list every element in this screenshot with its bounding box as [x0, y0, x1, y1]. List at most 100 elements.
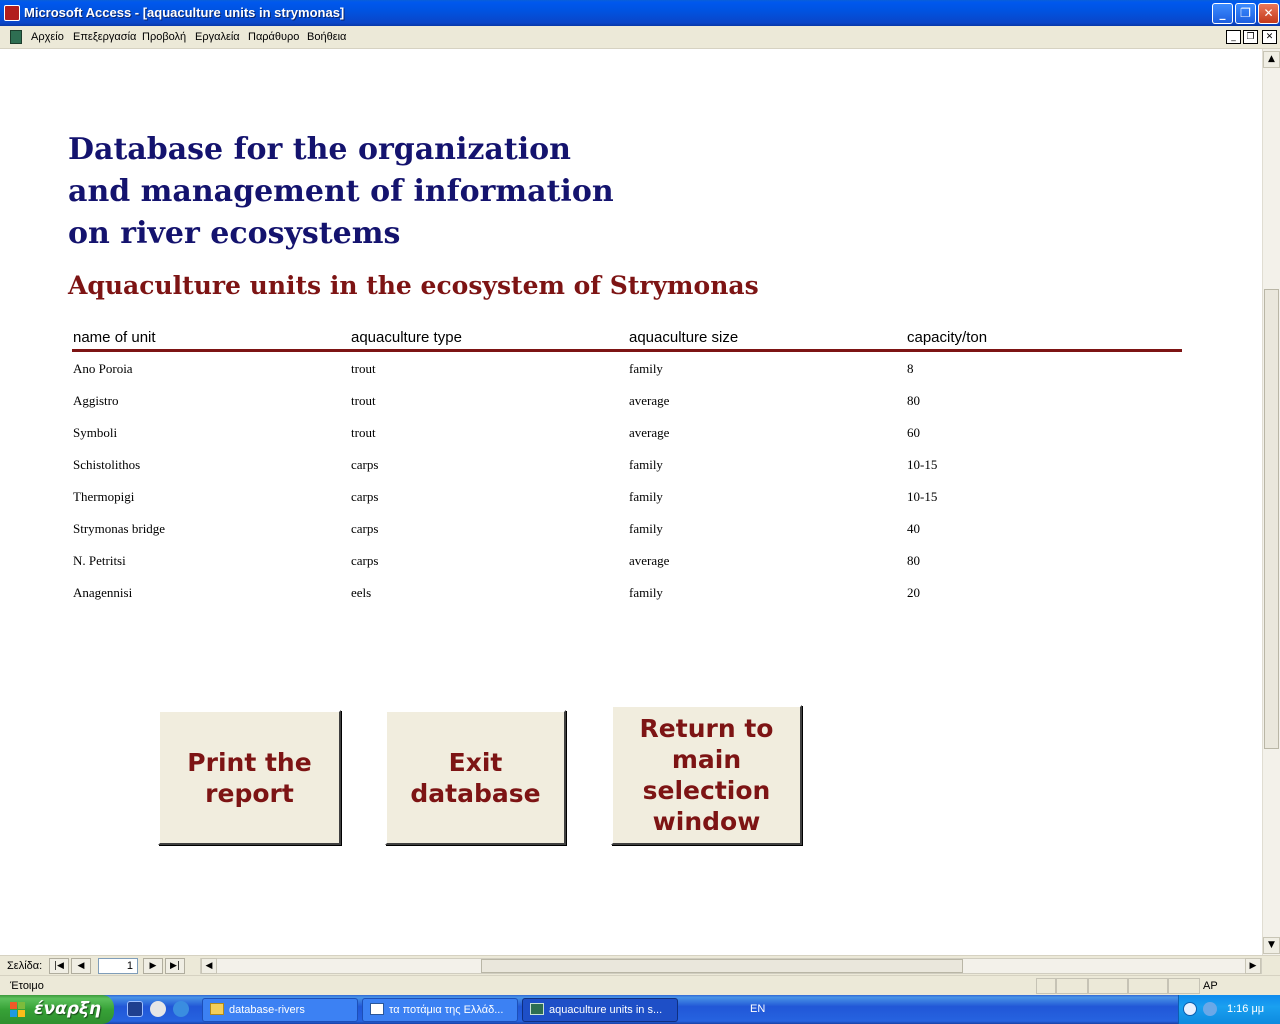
report-document-icon[interactable]	[10, 30, 22, 44]
restore-button[interactable]: ❐	[1235, 3, 1256, 24]
table-cell: Strymonas bridge	[73, 521, 166, 536]
status-panel	[1056, 978, 1088, 994]
return-main-window-button[interactable]: Return to main selection window	[611, 705, 802, 845]
internet-explorer-icon[interactable]	[173, 1001, 189, 1017]
table-cell: carps	[351, 521, 379, 536]
status-text: Έτοιμο	[10, 980, 44, 992]
table-cell: family	[629, 585, 663, 600]
table-cell: 20	[907, 585, 920, 600]
task-label: database-rivers	[229, 1004, 305, 1016]
table-cell: 10-15	[907, 457, 938, 472]
vertical-scrollbar[interactable]: ▲ ▼	[1262, 49, 1280, 955]
document-minimize-button[interactable]: _	[1226, 30, 1241, 44]
exit-database-label: Exit database	[410, 747, 541, 808]
close-button[interactable]: ✕	[1258, 3, 1279, 24]
next-page-button[interactable]: ▶	[143, 958, 163, 974]
table-cell: 40	[907, 521, 920, 536]
network-icon[interactable]	[1203, 1002, 1217, 1016]
task-label: aquaculture units in s...	[549, 1004, 663, 1016]
heading-line-2: and management of information	[68, 174, 614, 209]
desktop-screen: Microsoft Access - [aquaculture units in…	[0, 0, 1280, 1024]
status-panel	[1088, 978, 1128, 994]
table-cell: average	[629, 553, 670, 568]
record-navigation-bar: Σελίδα: |◀ ◀ 1 ▶ ▶| ◀ ▶	[0, 955, 1280, 975]
start-label: έναρξη	[34, 999, 102, 1019]
document-restore-button[interactable]: ❐	[1243, 30, 1258, 44]
table-cell: eels	[351, 585, 372, 600]
menu-tools[interactable]: Εργαλεία	[195, 31, 240, 43]
table-cell: trout	[351, 393, 376, 408]
report-heading: Database for the organization and manage…	[68, 129, 614, 255]
report-preview: Database for the organization and manage…	[0, 49, 1262, 955]
table-cell: N. Petritsi	[73, 553, 126, 568]
exit-database-button[interactable]: Exit database	[385, 710, 566, 845]
document-close-button[interactable]: ✕	[1262, 30, 1277, 44]
task-access-report[interactable]: aquaculture units in s...	[522, 998, 678, 1022]
column-header-capacity: capacity/ton	[907, 329, 988, 346]
table-cell: 8	[907, 361, 914, 376]
table-cell: carps	[351, 489, 379, 504]
minimize-button[interactable]: _	[1212, 3, 1233, 24]
print-report-button[interactable]: Print the report	[158, 710, 341, 845]
table-cell: carps	[351, 457, 379, 472]
windows-logo-icon	[10, 1002, 26, 1018]
page-number-input[interactable]: 1	[98, 958, 138, 974]
task-database-rivers[interactable]: database-rivers	[202, 998, 358, 1022]
folder-icon	[210, 1003, 224, 1015]
table-cell: trout	[351, 361, 376, 376]
last-page-button[interactable]: ▶|	[165, 958, 185, 974]
table-cell: Ano Poroia	[73, 361, 133, 376]
table-cell: 80	[907, 553, 920, 568]
language-indicator[interactable]: EN	[750, 1003, 765, 1015]
tray-expand-icon[interactable]	[1183, 1002, 1197, 1016]
access-report-icon	[530, 1003, 544, 1015]
word-document-icon	[370, 1003, 384, 1015]
access-app-icon[interactable]	[4, 5, 20, 21]
menu-bar: Αρχείο Επεξεργασία Προβολή Εργαλεία Παρά…	[0, 26, 1280, 49]
menu-window[interactable]: Παράθυρο	[248, 31, 299, 43]
clock[interactable]: 1:16 μμ	[1227, 1003, 1264, 1015]
horizontal-scroll-thumb[interactable]	[481, 959, 963, 973]
scroll-left-icon[interactable]: ◀	[201, 958, 217, 974]
report-subheading: Aquaculture units in the ecosystem of St…	[68, 271, 759, 300]
table-cell: Symboli	[73, 425, 118, 440]
print-report-label: Print the report	[187, 747, 312, 808]
previous-page-button[interactable]: ◀	[71, 958, 91, 974]
heading-line-3: on river ecosystems	[68, 216, 401, 251]
window-title-bar[interactable]: Microsoft Access - [aquaculture units in…	[0, 0, 1280, 26]
menu-view[interactable]: Προβολή	[142, 31, 186, 43]
header-divider	[72, 349, 1182, 352]
horizontal-scrollbar[interactable]: ◀ ▶	[200, 958, 1262, 974]
table-cell: family	[629, 361, 663, 376]
table-cell: Schistolithos	[73, 457, 141, 472]
heading-line-1: Database for the organization	[68, 132, 571, 167]
menu-edit[interactable]: Επεξεργασία	[73, 31, 136, 43]
table-cell: average	[629, 425, 670, 440]
taskbar: έναρξη database-rivers τα ποτάμια της Ελ…	[0, 995, 1280, 1024]
column-header-name: name of unit	[73, 329, 156, 346]
task-label: τα ποτάμια της Ελλάδ...	[389, 1004, 504, 1016]
status-bar: Έτοιμο AP	[0, 975, 1280, 995]
scroll-up-icon[interactable]: ▲	[1263, 51, 1280, 68]
table-cell: Aggistro	[73, 393, 119, 408]
table-cell: 80	[907, 393, 920, 408]
first-page-button[interactable]: |◀	[49, 958, 69, 974]
table-cell: family	[629, 521, 663, 536]
keyboard-indicator: AP	[1203, 980, 1218, 992]
menu-help[interactable]: Βοήθεια	[307, 31, 346, 43]
table-cell: 60	[907, 425, 920, 440]
show-desktop-icon[interactable]	[127, 1001, 143, 1017]
menu-file[interactable]: Αρχείο	[31, 31, 64, 43]
start-button[interactable]: έναρξη	[0, 995, 114, 1024]
table-cell: family	[629, 457, 663, 472]
scroll-down-icon[interactable]: ▼	[1263, 937, 1280, 954]
media-player-icon[interactable]	[150, 1001, 166, 1017]
page-label: Σελίδα:	[7, 960, 43, 972]
vertical-scroll-thumb[interactable]	[1264, 289, 1279, 749]
table-cell: 10-15	[907, 489, 938, 504]
task-word-document[interactable]: τα ποτάμια της Ελλάδ...	[362, 998, 518, 1022]
table-cell: family	[629, 489, 663, 504]
scroll-right-icon[interactable]: ▶	[1245, 958, 1261, 974]
window-title: Microsoft Access - [aquaculture units in…	[24, 5, 345, 20]
status-panel	[1036, 978, 1056, 994]
